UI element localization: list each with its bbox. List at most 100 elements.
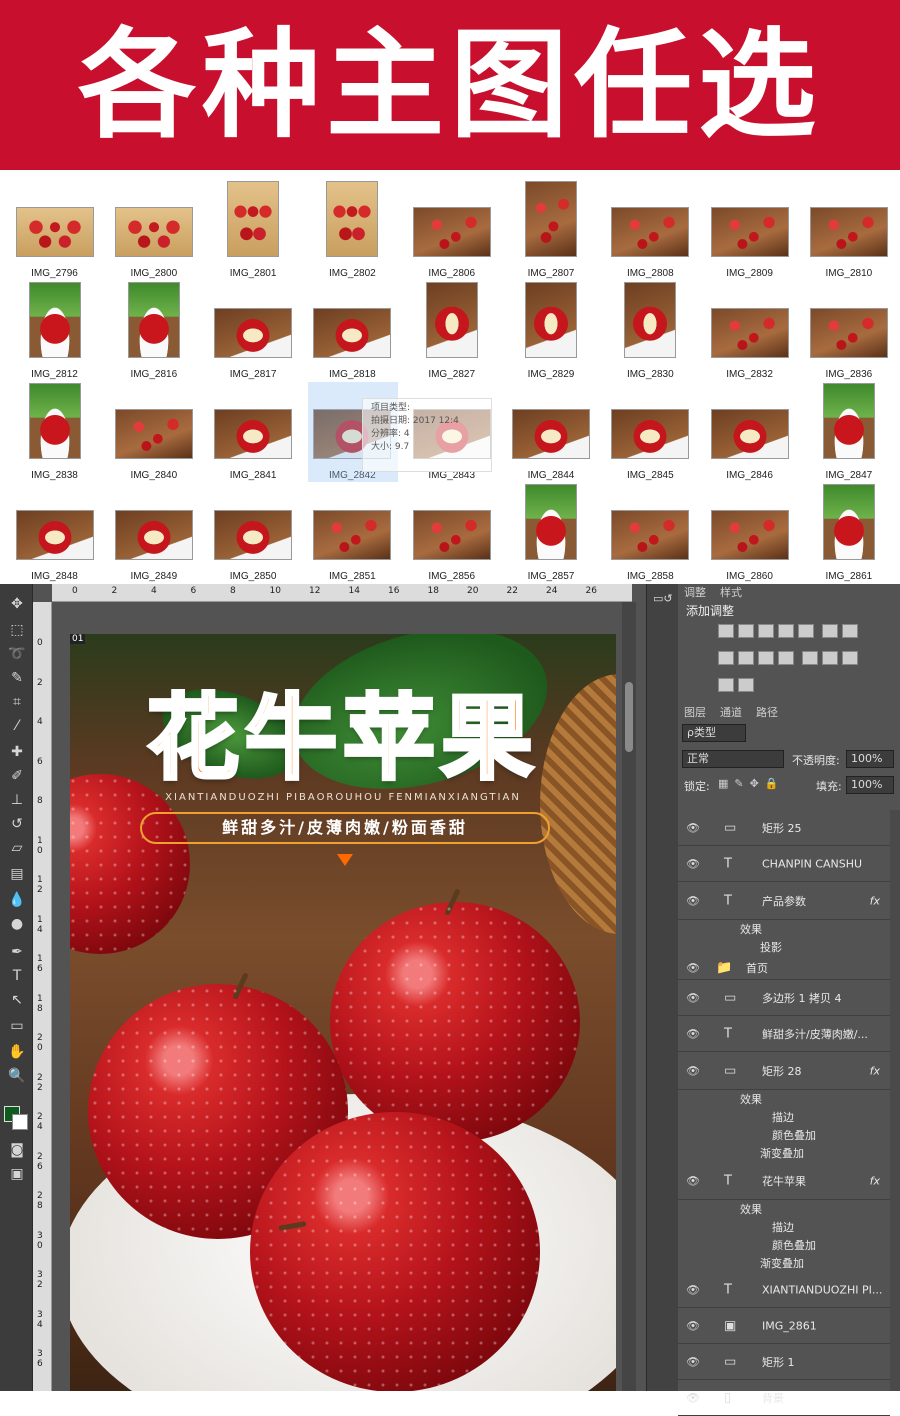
canvas-scrollbar[interactable] xyxy=(622,602,636,1391)
eye-icon[interactable]: 👁 xyxy=(686,1174,700,1187)
hand-tool-icon[interactable]: ✋ xyxy=(6,1042,28,1062)
document-canvas[interactable]: 花牛苹果 XIANTIANDUOZHI PIBAOROUHOU FENMIANX… xyxy=(70,634,616,1391)
layer-effect[interactable]: 描边 xyxy=(772,1109,794,1125)
rectangle-tool-icon[interactable]: ▭ xyxy=(6,1016,28,1036)
thumbnail[interactable]: IMG_2848 xyxy=(5,485,104,586)
eye-icon[interactable]: 👁 xyxy=(686,857,700,870)
thumbnail[interactable]: IMG_2800 xyxy=(104,182,203,283)
levels-icon[interactable] xyxy=(738,624,754,638)
history-brush-icon[interactable]: ↺ xyxy=(6,814,28,834)
eye-icon[interactable]: 👁 xyxy=(686,1027,700,1040)
pen-tool-icon[interactable]: ✒ xyxy=(6,942,28,962)
thumbnail[interactable]: IMG_2861 xyxy=(799,484,898,586)
thumbnail[interactable]: IMG_2849 xyxy=(104,485,203,586)
layer-effect[interactable]: 颜色叠加 xyxy=(772,1127,816,1143)
layer-filter-select[interactable]: ρ类型 xyxy=(682,724,746,742)
layer-row[interactable]: 👁 ▭ 矩形 28 fx xyxy=(678,1052,890,1090)
blend-mode-select[interactable]: 正常 xyxy=(682,750,784,768)
photo-filter-icon[interactable] xyxy=(738,651,754,665)
thumbnail[interactable]: IMG_2809 xyxy=(700,182,799,283)
tab-paths[interactable]: 路径 xyxy=(756,706,778,719)
thumbnail[interactable]: IMG_2836 xyxy=(799,283,898,384)
blur-tool-icon[interactable]: 💧 xyxy=(6,890,28,910)
move-tool-icon[interactable]: ✥ xyxy=(6,594,28,614)
thumbnail[interactable]: IMG_2857 xyxy=(502,484,601,586)
thumbnail[interactable]: IMG_2830 xyxy=(601,282,700,384)
layer-row[interactable]: 👁 T 花牛苹果 fx xyxy=(678,1162,890,1200)
hue-icon[interactable] xyxy=(821,624,838,638)
layer-row[interactable]: 👁 ▭ 多边形 1 拷贝 4 xyxy=(678,980,890,1016)
fx-icon[interactable]: fx xyxy=(870,1174,880,1187)
eraser-tool-icon[interactable]: ▱ xyxy=(6,838,28,858)
tab-adjustments[interactable]: 调整 xyxy=(684,586,706,599)
thumbnail[interactable]: IMG_2840 xyxy=(104,384,203,485)
type-tool-icon[interactable]: T xyxy=(6,966,28,986)
layer-effect[interactable]: 效果 xyxy=(740,1091,762,1107)
posterize-icon[interactable] xyxy=(821,651,838,665)
eye-icon[interactable]: 👁 xyxy=(686,1319,700,1332)
thumbnail[interactable]: IMG_2827 xyxy=(402,282,501,384)
eye-icon[interactable]: 👁 xyxy=(686,821,700,834)
background-color-swatch[interactable] xyxy=(12,1114,28,1130)
thumbnail[interactable]: IMG_2858 xyxy=(601,485,700,586)
screen-mode-icon[interactable]: ▣ xyxy=(6,1164,28,1184)
zoom-tool-icon[interactable]: 🔍 xyxy=(6,1066,28,1086)
layer-effect[interactable]: 投影 xyxy=(760,939,782,955)
balance-icon[interactable] xyxy=(841,624,858,638)
thumbnail[interactable]: IMG_2802 xyxy=(303,181,402,283)
eye-icon[interactable]: 👁 xyxy=(686,1391,700,1404)
quick-select-tool-icon[interactable]: ✎ xyxy=(6,668,28,688)
bw-icon[interactable] xyxy=(718,651,734,665)
eye-icon[interactable]: 👁 xyxy=(686,1064,700,1077)
thumbnail[interactable]: IMG_2838 xyxy=(5,383,104,485)
thumbnail[interactable]: IMG_2847 xyxy=(799,383,898,485)
dodge-tool-icon[interactable]: ● xyxy=(6,914,28,934)
thumbnail[interactable]: IMG_2796 xyxy=(5,182,104,283)
fx-icon[interactable]: fx xyxy=(870,1064,880,1077)
quick-mask-icon[interactable]: ◙ xyxy=(6,1140,28,1160)
thumbnail[interactable]: IMG_2832 xyxy=(700,283,799,384)
thumbnail[interactable]: IMG_2841 xyxy=(204,384,303,485)
curves-icon[interactable] xyxy=(758,624,774,638)
thumbnail[interactable]: IMG_2856 xyxy=(402,485,501,586)
thumbnail[interactable]: IMG_2846 xyxy=(700,384,799,485)
thumbnail[interactable]: IMG_2845 xyxy=(601,384,700,485)
opacity-field[interactable]: 100% xyxy=(846,750,894,768)
eyedropper-tool-icon[interactable]: ⁄ xyxy=(6,716,28,736)
artboard-tab[interactable]: 01 xyxy=(70,634,86,644)
lock-icons[interactable]: ▦✎✥🔒 xyxy=(718,777,785,790)
invert-icon[interactable] xyxy=(801,651,818,665)
thumbnail[interactable]: IMG_2816 xyxy=(104,282,203,384)
layer-row[interactable]: 👁 ▭ 矩形 25 xyxy=(678,810,890,846)
layer-effect[interactable]: 渐变叠加 xyxy=(760,1145,804,1161)
scrollbar-thumb[interactable] xyxy=(625,682,633,752)
layer-effect[interactable]: 描边 xyxy=(772,1219,794,1235)
eye-icon[interactable]: 👁 xyxy=(686,991,700,1004)
thumbnail[interactable]: IMG_2860 xyxy=(700,485,799,586)
gradient-map-icon[interactable] xyxy=(738,678,754,692)
tab-layers[interactable]: 图层 xyxy=(684,706,706,719)
brush-tool-icon[interactable]: ✐ xyxy=(6,766,28,786)
layer-row[interactable]: 👁 ▣ IMG_2861 xyxy=(678,1308,890,1344)
history-panel-icon[interactable]: ▭↺ xyxy=(653,592,673,612)
layer-effect[interactable]: 效果 xyxy=(740,1201,762,1217)
tab-channels[interactable]: 通道 xyxy=(720,706,742,719)
eye-icon[interactable]: 👁 xyxy=(686,1283,700,1296)
thumbnail[interactable]: IMG_2810 xyxy=(799,182,898,283)
layer-effect[interactable]: 效果 xyxy=(740,921,762,937)
layer-row[interactable]: 👁 ▭ 矩形 1 xyxy=(678,1344,890,1380)
lookup-icon[interactable] xyxy=(778,651,794,665)
threshold-icon[interactable] xyxy=(841,651,858,665)
layer-effect[interactable]: 颜色叠加 xyxy=(772,1237,816,1253)
vibrance-icon[interactable] xyxy=(798,624,814,638)
thumbnail[interactable]: IMG_2850 xyxy=(204,485,303,586)
layer-row[interactable]: 👁 T CHANPIN CANSHU xyxy=(678,846,890,882)
crop-tool-icon[interactable]: ⌗ xyxy=(6,692,28,712)
eye-icon[interactable]: 👁 xyxy=(686,1355,700,1368)
thumbnail[interactable]: IMG_2818 xyxy=(303,283,402,384)
thumbnail[interactable]: IMG_2851 xyxy=(303,485,402,586)
path-select-tool-icon[interactable]: ↖ xyxy=(6,990,28,1010)
layer-row[interactable]: 👁 T 产品参数 fx xyxy=(678,882,890,920)
layer-row[interactable]: 👁 T XIANTIANDUOZHI PI... xyxy=(678,1272,890,1308)
brightness-icon[interactable] xyxy=(718,624,734,638)
